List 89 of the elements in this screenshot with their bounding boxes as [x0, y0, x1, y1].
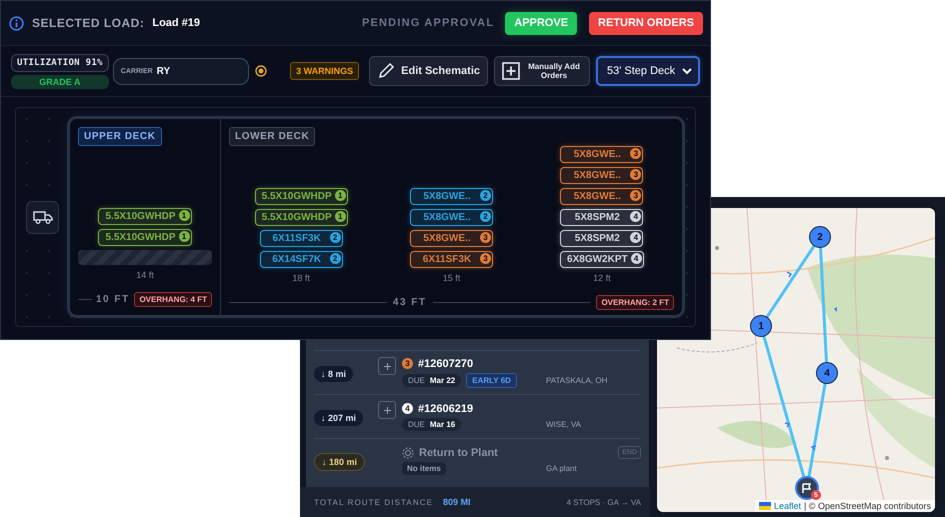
cargo-item[interactable]: 5X8GWE.. 2 — [410, 209, 493, 226]
selected-load-label: SELECTED LOAD: — [32, 16, 144, 30]
stop-number: 2 — [330, 253, 341, 264]
stop-number: 3 — [630, 169, 642, 180]
stop-number: 1 — [178, 210, 190, 221]
stop-title: Return to Plant — [419, 446, 498, 458]
distance-badge: ↓ 207 mi — [314, 410, 364, 426]
stop-number: 3 — [480, 232, 491, 243]
coin-icon — [254, 65, 267, 77]
cargo-item[interactable]: 5X8GWE.. 3 — [410, 230, 493, 247]
stop-number: 1 — [334, 190, 346, 201]
overhang-badge: OVERHANG: 2 FT — [596, 295, 674, 310]
trailer-select[interactable]: 53' Step Deck — [596, 56, 700, 86]
location-text: WISE, VA — [546, 420, 582, 429]
due-date-text: Mar 22 — [430, 376, 456, 384]
deck-length: 43 FT — [392, 297, 427, 308]
chevron-down-icon — [682, 68, 692, 74]
cargo-item[interactable]: 5.5X10GWHDP 1 — [254, 188, 348, 205]
cargo-item[interactable]: 5X8GWE.. 3 — [560, 146, 644, 163]
stop-number: 2 — [330, 232, 341, 243]
overhang-badge: OVERHANG: 4 FT — [134, 292, 212, 307]
cargo-item[interactable]: 6X11SF3K 3 — [410, 251, 493, 268]
attribution-text: | © OpenStreetMap contributors — [804, 501, 931, 511]
due-date-text: Mar 16 — [430, 420, 456, 428]
truck-button[interactable] — [26, 200, 59, 234]
stop-number: 1 — [178, 231, 190, 242]
return-orders-button[interactable]: RETURN ORDERS — [589, 12, 703, 34]
cargo-item[interactable]: 5.5X10GWHDP 1 — [98, 229, 192, 246]
stop-number: 2 — [480, 211, 491, 222]
flag-icon — [758, 502, 771, 510]
leaflet-link[interactable]: Leaflet — [774, 501, 801, 511]
early-tag: EARLY 6D — [466, 372, 517, 388]
stop-number: 4 — [630, 211, 642, 222]
cargo-item[interactable]: 5X8GWE.. 3 — [560, 167, 644, 184]
cargo-item[interactable]: 5X8GWE.. 3 — [560, 188, 644, 205]
flag-icon — [802, 482, 812, 494]
cargo-item[interactable]: 6X11SF3K 2 — [260, 230, 343, 247]
load-name: Load #19 — [152, 17, 200, 29]
stop-number: 4 — [630, 253, 642, 264]
stop-number: 3 — [630, 148, 642, 159]
info-icon — [9, 16, 24, 30]
stop-number: 3 — [480, 253, 491, 264]
location-text: GA plant — [546, 464, 578, 473]
length-label: 14 ft — [136, 270, 154, 280]
add-orders-button[interactable]: Manually Add Orders — [494, 56, 590, 86]
order-number: #12607270 — [418, 358, 474, 370]
grade-badge: GRADE A — [11, 74, 109, 88]
cargo-item[interactable]: 5X8SPM2 4 — [560, 230, 644, 247]
expand-button[interactable] — [378, 401, 396, 419]
stop-number: 4 — [402, 403, 413, 414]
cargo-item[interactable]: 5X8SPM2 4 — [560, 209, 644, 226]
deck-label[interactable]: LOWER DECK — [229, 127, 316, 146]
stop-number: 1 — [334, 211, 346, 222]
edit-schematic-button[interactable]: Edit Schematic — [369, 56, 488, 86]
total-distance-label: TOTAL ROUTE DISTANCE — [314, 498, 434, 506]
expand-button[interactable] — [378, 357, 396, 375]
plus-square-icon — [502, 62, 520, 80]
due-label: DUE — [408, 420, 425, 428]
deck-label[interactable]: UPPER DECK — [78, 127, 162, 146]
distance-badge: ↓ 8 mi — [314, 366, 354, 382]
length-label: 15 ft — [442, 273, 460, 283]
length-label: 18 ft — [292, 273, 310, 283]
pencil-icon — [377, 62, 396, 80]
deck-length: 10 FT — [96, 294, 130, 305]
cargo-item[interactable]: 5X8GWE.. 2 — [410, 188, 493, 205]
distance-badge: ↓ 180 mi — [314, 452, 366, 470]
order-number: #12606219 — [418, 402, 474, 414]
stop-number: 3 — [402, 358, 413, 369]
cargo-item[interactable]: 6X8GW2KPT 4 — [560, 251, 644, 268]
plus-icon — [384, 362, 390, 370]
plus-icon — [384, 406, 390, 414]
warnings-badge[interactable]: 3 WARNINGS — [290, 62, 360, 80]
utilization-badge: UTILIZATION 91% — [11, 54, 109, 72]
total-distance-value: 809 MI — [443, 497, 471, 507]
dashed-circle-icon — [402, 446, 414, 458]
cargo-item[interactable]: 5.5X10GWHDP 1 — [98, 208, 192, 225]
truck-icon — [32, 210, 52, 224]
carrier-value: RY — [156, 66, 170, 76]
route-summary: 4 STOPS · GA → VA — [566, 498, 641, 506]
status-text: PENDING APPROVAL — [362, 17, 494, 29]
items-tag: No items — [402, 462, 446, 474]
cargo-item[interactable]: 5.5X10GWHDP 1 — [254, 209, 348, 226]
due-label: DUE — [408, 376, 425, 384]
location-text: PATASKALA, OH — [546, 376, 608, 385]
stop-number: 3 — [630, 190, 642, 201]
cargo-item[interactable]: 6X14SF7K 2 — [260, 251, 343, 268]
stop-number: 4 — [630, 232, 642, 243]
length-label: 12 ft — [593, 273, 611, 283]
stop-number: 2 — [480, 190, 491, 201]
